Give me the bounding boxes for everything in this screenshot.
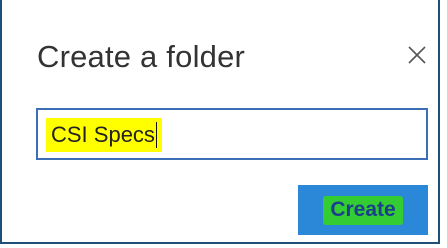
create-folder-dialog: Create a folder CSI Specs Create (0, 0, 440, 244)
input-text-highlight: CSI Specs (46, 118, 162, 152)
close-icon[interactable] (405, 43, 429, 67)
create-button[interactable]: Create (298, 185, 428, 235)
folder-name-value: CSI Specs (51, 122, 155, 147)
create-button-label: Create (330, 197, 396, 221)
create-label-highlight: Create (323, 195, 403, 225)
close-icon-glyph (408, 46, 426, 64)
screen: Create a folder CSI Specs Create (0, 0, 447, 248)
folder-name-input[interactable]: CSI Specs (36, 108, 428, 160)
dialog-title: Create a folder (37, 39, 246, 74)
text-caret (155, 122, 157, 148)
